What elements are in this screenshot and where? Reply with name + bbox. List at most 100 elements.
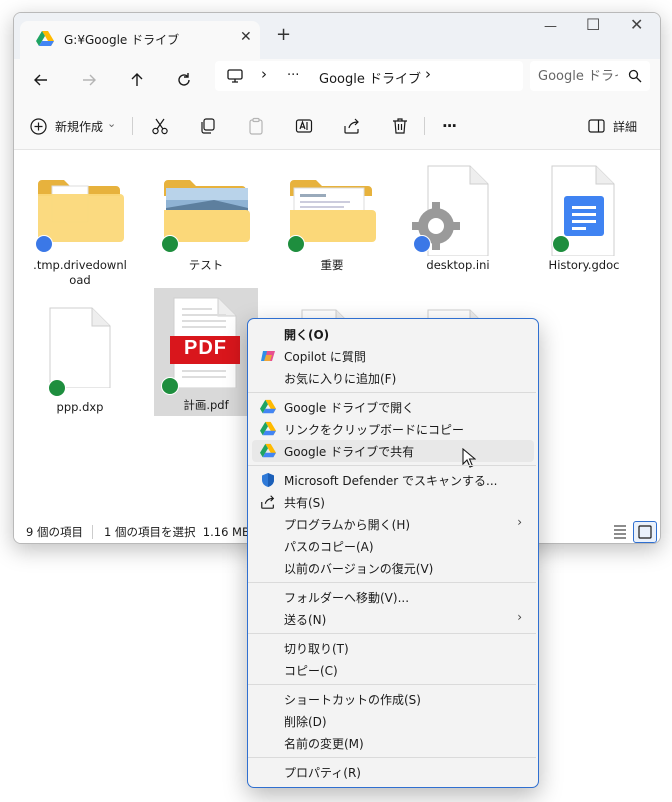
google-drive-icon xyxy=(36,31,54,46)
menu-item-properties[interactable]: プロパティ(R) xyxy=(252,761,534,783)
google-doc-icon xyxy=(532,164,636,257)
forward-button[interactable] xyxy=(78,69,100,91)
menu-item-delete[interactable]: 削除(D) xyxy=(252,710,534,732)
clipboard-icon xyxy=(249,117,263,135)
file-item-history-gdoc[interactable]: History.gdoc xyxy=(532,164,636,290)
menu-item-rename[interactable]: 名前の変更(M) xyxy=(252,732,534,754)
arrow-right-icon xyxy=(83,74,96,86)
new-button[interactable]: 新規作成 ⌄ xyxy=(30,115,116,137)
menu-item-label: リンクをクリップボードにコピー xyxy=(284,423,465,437)
toolbar-separator-2 xyxy=(424,117,425,135)
menu-item-open-in-drive[interactable]: Google ドライブで開く xyxy=(252,396,534,418)
menu-item-label: 切り取り(T) xyxy=(284,642,349,656)
refresh-icon xyxy=(178,73,190,86)
file-item-test-folder[interactable]: テスト xyxy=(154,164,258,290)
menu-item-cut[interactable]: 切り取り(T) xyxy=(252,637,534,659)
blank-file-icon xyxy=(28,296,132,389)
menu-item-open[interactable]: 開く(O) xyxy=(252,323,534,345)
file-name-line2: oad xyxy=(69,273,91,287)
menu-item-open-with[interactable]: プログラムから開く(H) › xyxy=(252,513,534,535)
file-name: History.gdoc xyxy=(548,258,620,272)
menu-item-label: プロパティ(R) xyxy=(284,766,361,780)
search-box[interactable] xyxy=(530,61,650,91)
menu-separator xyxy=(248,392,536,393)
more-icon: ··· xyxy=(442,117,457,135)
new-tab-button[interactable]: + xyxy=(276,26,291,44)
menu-item-label: ショートカットの作成(S) xyxy=(284,693,421,707)
google-drive-icon xyxy=(260,421,276,436)
paste-button[interactable] xyxy=(247,115,265,137)
menu-separator xyxy=(248,684,536,685)
file-name: 計画.pdf xyxy=(183,398,229,412)
file-item-important-folder[interactable]: 重要 xyxy=(280,164,384,290)
close-window-button[interactable]: ✕ xyxy=(630,17,643,33)
tab-google-drive[interactable]: G:¥Google ドライブ ✕ xyxy=(20,21,260,59)
file-item-desktop-ini[interactable]: desktop.ini xyxy=(406,164,510,290)
address-separator-end[interactable]: › xyxy=(425,65,431,83)
file-item-tmp-drivedownload[interactable]: .tmp.drivedownl oad xyxy=(28,164,132,290)
menu-item-restore-versions[interactable]: 以前のバージョンの復元(V) xyxy=(252,557,534,579)
minimize-button[interactable]: — xyxy=(544,19,557,35)
menu-separator xyxy=(248,582,536,583)
address-separator[interactable]: › xyxy=(261,65,267,83)
tab-close-icon[interactable]: ✕ xyxy=(240,29,252,45)
file-item-plan-pdf[interactable]: PDF 計画.pdf xyxy=(154,288,258,416)
share-button[interactable] xyxy=(343,115,361,137)
file-name-line1: .tmp.drivedownl xyxy=(33,258,127,272)
rename-button[interactable] xyxy=(295,115,313,137)
menu-item-label: お気に入りに追加(F) xyxy=(284,372,397,386)
menu-item-share[interactable]: 共有(S) xyxy=(252,491,534,513)
arrow-left-icon xyxy=(34,74,47,86)
tab-title: G:¥Google ドライブ xyxy=(64,33,180,47)
search-input[interactable] xyxy=(538,66,618,86)
arrow-up-icon xyxy=(131,73,143,86)
menu-item-add-favorites[interactable]: お気に入りに追加(F) xyxy=(252,367,534,389)
menu-item-copy-path[interactable]: パスのコピー(A) xyxy=(252,535,534,557)
tiles-view-icon xyxy=(638,525,652,539)
maximize-button[interactable]: ☐ xyxy=(586,17,600,33)
up-button[interactable] xyxy=(126,69,148,91)
address-ellipsis[interactable]: ··· xyxy=(287,68,299,83)
monitor-icon xyxy=(227,69,243,83)
synced-check-icon xyxy=(287,235,305,253)
synced-check-icon xyxy=(161,235,179,253)
menu-item-share-in-drive[interactable]: Google ドライブで共有 xyxy=(252,440,534,468)
menu-item-copy[interactable]: コピー(C) xyxy=(252,659,534,681)
menu-item-create-shortcut[interactable]: ショートカットの作成(S) xyxy=(252,688,534,710)
menu-item-label: 開く(O) xyxy=(284,328,330,342)
file-item-ppp-dxp[interactable]: ppp.dxp xyxy=(28,296,132,416)
context-menu: 開く(O) Copilot に質問 お気に入りに追加(F) Google ドライ… xyxy=(247,318,539,788)
status-divider xyxy=(92,525,93,539)
menu-item-copy-link[interactable]: リンクをクリップボードにコピー xyxy=(252,418,534,440)
cut-button[interactable] xyxy=(151,115,169,137)
details-pane-button[interactable]: 詳細 xyxy=(588,115,637,137)
delete-button[interactable] xyxy=(391,115,409,137)
shield-icon xyxy=(262,473,274,487)
file-name: 重要 xyxy=(320,258,344,272)
menu-item-move-to-folder[interactable]: フォルダーへ移動(V)... xyxy=(252,586,534,608)
pdf-badge-text: PDF xyxy=(184,337,227,359)
menu-item-send-to[interactable]: 送る(N) › xyxy=(252,608,534,630)
menu-item-defender-scan[interactable]: Microsoft Defender でスキャンする... xyxy=(252,469,534,491)
menu-item-label: Microsoft Defender でスキャンする... xyxy=(284,474,498,488)
google-drive-icon xyxy=(260,443,276,458)
search-icon[interactable] xyxy=(628,69,642,83)
menu-item-label: 送る(N) xyxy=(284,613,327,627)
copilot-icon xyxy=(261,351,275,361)
back-button[interactable] xyxy=(30,69,52,91)
file-name: テスト xyxy=(188,258,224,272)
menu-item-ask-copilot[interactable]: Copilot に質問 xyxy=(252,345,534,367)
toolbar-separator xyxy=(132,117,133,135)
copy-button[interactable] xyxy=(199,115,217,137)
menu-separator xyxy=(248,757,536,758)
address-bar[interactable]: › ··· Google ドライブ › xyxy=(215,61,523,91)
chevron-down-icon: ⌄ xyxy=(107,116,117,130)
more-button[interactable]: ··· xyxy=(442,115,457,137)
large-icons-view-button[interactable] xyxy=(633,521,657,543)
details-pane-icon xyxy=(588,119,605,133)
list-view-icon xyxy=(614,525,626,539)
menu-item-label: Copilot に質問 xyxy=(284,350,366,364)
address-folder[interactable]: Google ドライブ xyxy=(319,68,421,87)
refresh-button[interactable] xyxy=(173,69,195,91)
details-view-button[interactable] xyxy=(611,522,629,540)
